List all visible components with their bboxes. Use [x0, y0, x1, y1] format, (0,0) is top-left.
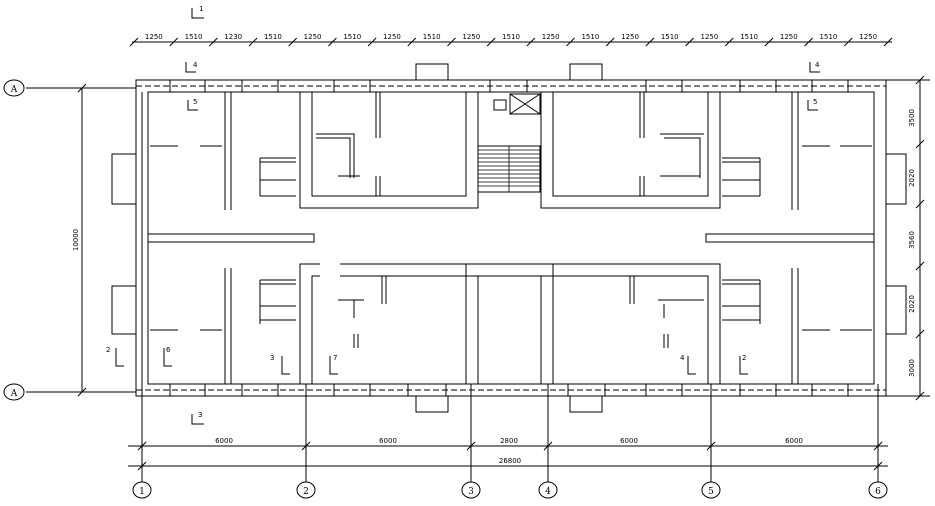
svg-text:6000: 6000 [215, 437, 233, 445]
top-dim-label: 1250 [780, 33, 798, 41]
axis-bubble-2: 2 [296, 481, 316, 499]
top-dim-label: 1510 [423, 33, 441, 41]
top-dim-label: 1510 [343, 33, 361, 41]
axis-bubble-A-top: A [3, 79, 25, 97]
svg-text:4: 4 [680, 354, 685, 362]
axis-bubble-5: 5 [701, 481, 721, 499]
svg-text:5: 5 [708, 487, 714, 497]
top-dim-label: 1510 [581, 33, 599, 41]
top-dim-label: 1510 [185, 33, 203, 41]
axis-bubble-3: 3 [461, 481, 481, 499]
svg-text:6000: 6000 [785, 437, 803, 445]
top-dim-label: 1250 [621, 33, 639, 41]
svg-text:10000: 10000 [72, 229, 80, 251]
top-dim-label: 1250 [462, 33, 480, 41]
top-dim-label: 1250 [859, 33, 877, 41]
svg-text:6: 6 [166, 346, 171, 354]
floor-plan-drawing: 1 2 3 4 5 6 A A 1250 1510 1230 1510 1250 1510… [3, 5, 930, 499]
top-dim-label: 1250 [145, 33, 163, 41]
top-dim-label: 1250 [542, 33, 560, 41]
top-dim-label: 1510 [740, 33, 758, 41]
interior-walls [147, 92, 875, 384]
top-dim-label: 1510 [661, 33, 679, 41]
svg-text:7: 7 [333, 354, 337, 362]
svg-text:3500: 3500 [908, 109, 916, 127]
top-dim-label: 1510 [502, 33, 520, 41]
left-dimension: 10000 [72, 83, 87, 397]
svg-text:5: 5 [193, 98, 197, 106]
svg-text:5: 5 [813, 98, 817, 106]
svg-text:2: 2 [106, 346, 110, 354]
axis-bubble-6: 6 [868, 481, 888, 499]
svg-text:3: 3 [270, 354, 274, 362]
svg-text:4: 4 [545, 487, 551, 497]
svg-text:4: 4 [193, 61, 198, 69]
svg-text:1: 1 [139, 487, 145, 497]
top-dim-label: 1250 [701, 33, 719, 41]
section-mark-labels: 1 3 4 4 5 5 2 6 3 7 4 2 [106, 5, 820, 419]
svg-text:2800: 2800 [500, 437, 518, 445]
svg-text:A: A [10, 389, 18, 399]
svg-text:3: 3 [468, 487, 474, 497]
top-dim-label: 1250 [304, 33, 322, 41]
svg-text:2020: 2020 [908, 295, 916, 313]
bottom-dimension-chain: 6000 6000 2800 6000 6000 26800 [128, 437, 888, 471]
svg-text:26800: 26800 [499, 457, 521, 465]
right-dimension-chain: 3500 2020 3560 2020 3000 [908, 75, 925, 401]
top-dim-label: 1250 [383, 33, 401, 41]
axis-bubble-4: 4 [538, 481, 558, 499]
svg-text:2020: 2020 [908, 169, 916, 187]
top-dim-label: 1230 [224, 33, 242, 41]
svg-text:3000: 3000 [908, 359, 916, 377]
svg-text:3: 3 [198, 411, 202, 419]
svg-text:4: 4 [815, 61, 820, 69]
svg-text:6000: 6000 [379, 437, 397, 445]
stairwell [477, 93, 541, 193]
column-axis-markers: 1 2 3 4 5 6 [132, 481, 888, 499]
top-dim-label: 1510 [264, 33, 282, 41]
svg-text:1: 1 [199, 5, 203, 13]
top-dim-label: 1510 [820, 33, 838, 41]
axis-bubble-1: 1 [132, 481, 152, 499]
svg-text:6000: 6000 [620, 437, 638, 445]
svg-text:6: 6 [875, 487, 881, 497]
axis-bubble-A-bottom: A [3, 383, 25, 401]
row-axis-markers: A A [3, 79, 25, 401]
svg-text:2: 2 [742, 354, 746, 362]
svg-text:A: A [10, 85, 18, 95]
section-marks [115, 8, 820, 425]
svg-text:2: 2 [303, 487, 309, 497]
svg-text:3560: 3560 [908, 231, 916, 249]
top-dimension-chain: 1250 1510 1230 1510 1250 1510 1250 1510 1250 1510… [129, 33, 893, 47]
